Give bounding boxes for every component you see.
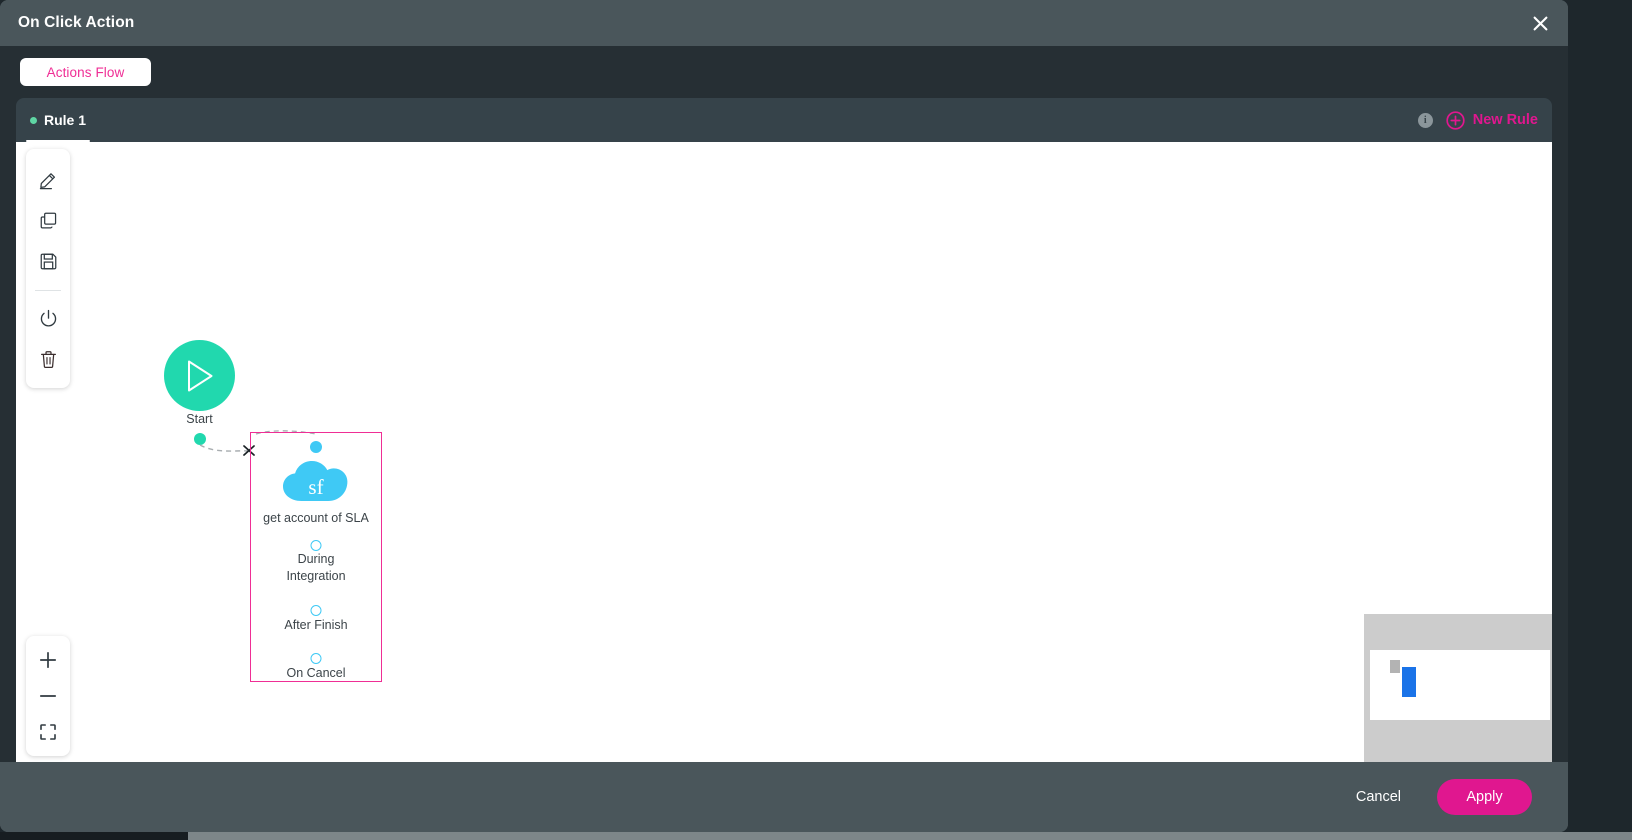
edit-tool-button[interactable] [26,159,70,200]
minimap-node-start [1390,660,1400,673]
app-root: On Click Action Actions Flow Rule 1 i Ne… [0,0,1632,840]
pencil-icon [38,169,59,190]
node-output-label-during-integration: During Integration [251,551,381,585]
node-start-output-port[interactable] [194,433,206,445]
flow-tabs-strip: Actions Flow [0,46,1568,98]
plus-circle-icon [1446,110,1465,130]
node-output-port-after-finish[interactable] [310,605,322,616]
trash-icon [38,349,59,370]
node-title: get account of SLA [263,511,369,525]
minus-icon [38,686,58,706]
tab-actions-flow[interactable]: Actions Flow [20,58,151,86]
close-icon[interactable] [1526,9,1554,37]
copy-icon [38,210,59,231]
apply-button[interactable]: Apply [1437,779,1532,815]
zoom-out-button[interactable] [26,678,70,714]
power-icon [38,308,59,329]
port-label-line-1: During [297,552,335,566]
flow-canvas[interactable]: Start sf get account of SLA During Integ… [16,142,1552,762]
node-start-label: Start [186,412,213,426]
rule-bar-actions: i New Rule [1417,110,1538,130]
cancel-button[interactable]: Cancel [1352,783,1405,811]
add-new-rule-button[interactable]: New Rule [1446,110,1538,130]
zoom-in-button[interactable] [26,642,70,678]
canvas-minimap[interactable] [1364,614,1552,762]
copy-tool-button[interactable] [26,200,70,241]
connection-layer [199,430,317,456]
salesforce-cloud-icon: sf [280,456,352,504]
rule-bar: Rule 1 i New Rule [16,98,1552,142]
rule-tab-label: Rule 1 [44,112,87,128]
zoom-controls-panel [26,636,70,756]
node-output-label-on-cancel: On Cancel [286,666,346,680]
delete-tool-button[interactable] [26,339,70,380]
svg-text:sf: sf [308,475,323,499]
node-input-port[interactable] [310,441,322,453]
modal-body: Actions Flow Rule 1 i New Rule Start sf … [0,46,1568,762]
play-triangle-icon [183,358,217,394]
minimap-node-salesforce [1402,667,1416,697]
modal-footer: Cancel Apply [0,762,1568,832]
node-output-port-during-integration[interactable] [310,540,322,551]
fit-screen-icon [38,722,58,742]
canvas-tool-panel [26,149,70,388]
new-rule-label: New Rule [1472,112,1538,128]
toolbar-divider [35,290,61,291]
node-output-label-after-finish: After Finish [284,618,348,632]
info-icon[interactable]: i [1417,112,1433,128]
rule-tab-rule-1[interactable]: Rule 1 [16,98,100,142]
floppy-disk-icon [38,251,59,272]
node-salesforce-get-account[interactable]: sf get account of SLA During Integration… [250,432,382,682]
horizontal-scrollbar[interactable] [0,832,1632,840]
horizontal-scrollbar-thumb[interactable] [0,832,188,840]
node-output-port-on-cancel[interactable] [310,653,322,664]
on-click-action-modal: On Click Action Actions Flow Rule 1 i Ne… [0,0,1568,832]
page-title: On Click Action [18,14,135,31]
minimap-viewport[interactable] [1370,650,1550,720]
plus-icon [38,650,58,670]
fit-to-screen-button[interactable] [26,714,70,750]
rule-status-dot [30,116,37,124]
modal-titlebar: On Click Action [0,0,1568,46]
save-tool-button[interactable] [26,241,70,282]
power-tool-button[interactable] [26,298,70,339]
port-label-line-2: Integration [286,569,346,583]
node-start[interactable] [164,340,235,411]
